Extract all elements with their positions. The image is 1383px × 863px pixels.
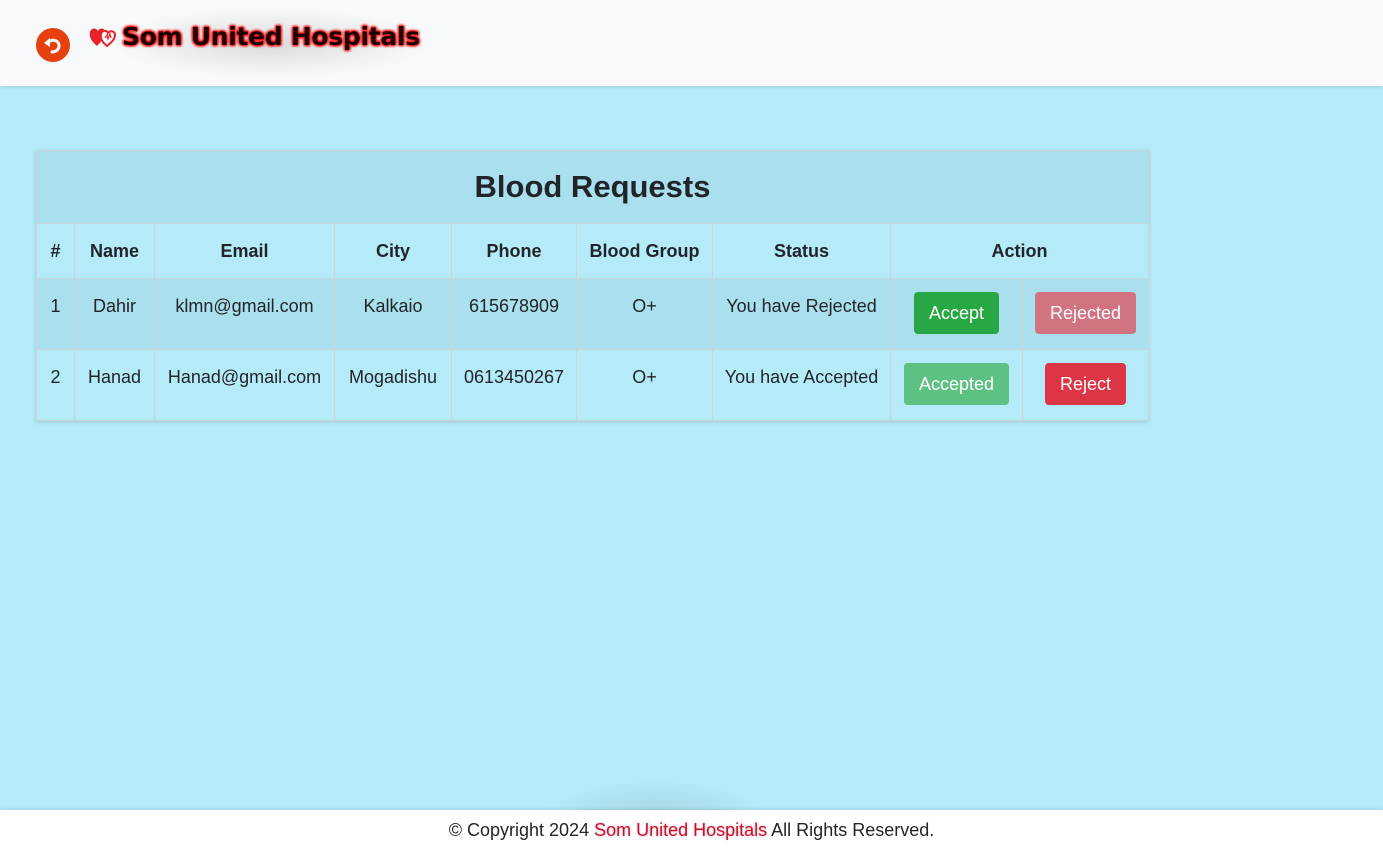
- column-header-status: Status: [712, 223, 891, 279]
- table-header-row: # Name Email City Phone Blood Group Stat…: [36, 223, 1150, 279]
- column-header-number: #: [36, 223, 75, 279]
- rejected-button[interactable]: Rejected: [1034, 292, 1137, 334]
- undo-arrow-icon: [44, 38, 61, 54]
- row-phone: 615678909: [451, 278, 577, 350]
- row-blood-group: O+: [576, 349, 713, 421]
- navbar: Som United Hospitals: [0, 0, 1383, 86]
- row-accept-cell: Accepted: [890, 349, 1023, 421]
- row-reject-cell: Rejected: [1021, 278, 1150, 350]
- table-row: 2 Hanad Hanad@gmail.com Mogadishu 061345…: [36, 349, 1150, 421]
- row-reject-cell: Reject: [1021, 349, 1150, 421]
- row-number: 2: [36, 349, 75, 421]
- hearts-logo-icon: [89, 28, 117, 48]
- row-number: 1: [36, 278, 75, 350]
- row-blood-group: O+: [576, 278, 713, 350]
- row-city: Kalkaio: [334, 278, 452, 350]
- reject-button[interactable]: Reject: [1044, 363, 1127, 405]
- footer: © Copyright 2024 Som United Hospitals Al…: [0, 810, 1383, 863]
- footer-copyright: © Copyright 2024: [448, 820, 595, 840]
- row-name: Hanad: [74, 349, 155, 421]
- row-name: Dahir: [74, 278, 155, 350]
- row-status: You have Rejected: [712, 278, 891, 350]
- column-header-action: Action: [889, 223, 1150, 279]
- blood-requests-table: Blood Requests # Name Email City Phone B…: [35, 150, 1150, 421]
- brand-link[interactable]: Som United Hospitals: [88, 18, 420, 54]
- table-title: Blood Requests: [35, 150, 1150, 224]
- brand-name: Som United Hospitals: [122, 21, 420, 51]
- blood-requests-table-card: Blood Requests # Name Email City Phone B…: [35, 150, 1150, 421]
- column-header-blood-group: Blood Group: [576, 223, 713, 279]
- column-header-phone: Phone: [451, 223, 577, 279]
- footer-brand: Som United Hospitals: [594, 820, 768, 840]
- row-email: klmn@gmail.com: [154, 278, 335, 350]
- column-header-city: City: [334, 223, 452, 279]
- row-status: You have Accepted: [712, 349, 891, 421]
- back-button[interactable]: [36, 28, 70, 62]
- row-city: Mogadishu: [334, 349, 452, 421]
- table-row: 1 Dahir klmn@gmail.com Kalkaio 615678909…: [36, 278, 1150, 350]
- accept-button[interactable]: Accept: [913, 292, 1000, 334]
- row-email: Hanad@gmail.com: [154, 349, 335, 421]
- row-accept-cell: Accept: [890, 278, 1023, 350]
- column-header-email: Email: [154, 223, 335, 279]
- row-phone: 0613450267: [451, 349, 577, 421]
- footer-rights: All Rights Reserved.: [767, 820, 935, 840]
- column-header-name: Name: [74, 223, 155, 279]
- accepted-button[interactable]: Accepted: [903, 363, 1010, 405]
